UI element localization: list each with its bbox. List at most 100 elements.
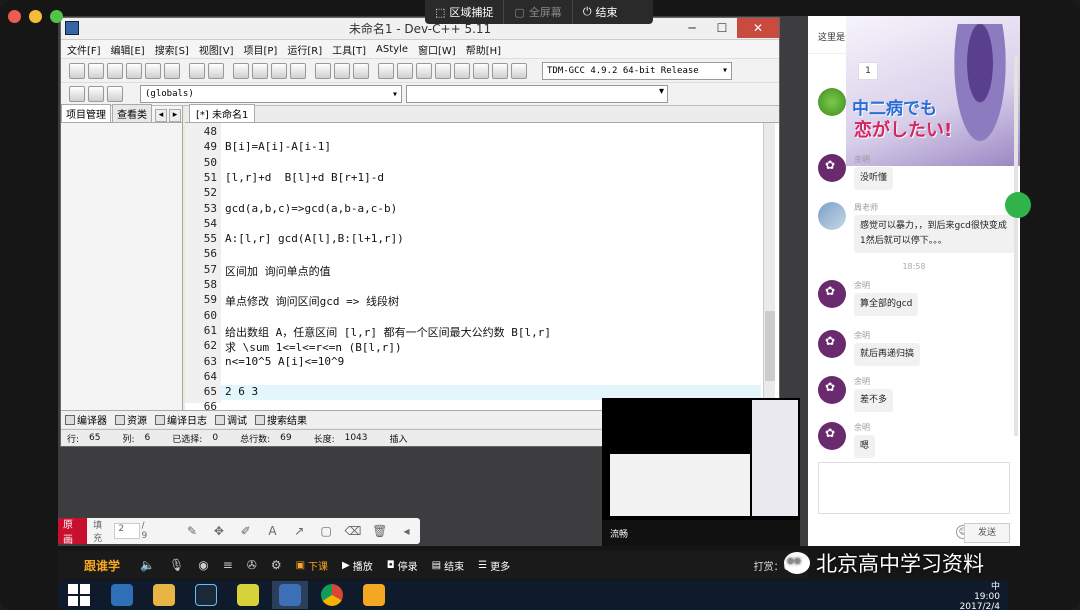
tab-class-view[interactable]: 查看类 [112, 104, 152, 122]
original-badge[interactable]: 原画 [58, 518, 88, 546]
menu-window[interactable]: 窗口[W] [418, 42, 456, 57]
code-line[interactable]: 56 [204, 247, 761, 262]
code-line[interactable]: 58 [204, 278, 761, 293]
bookmark-icon[interactable] [290, 62, 306, 79]
code-line[interactable]: 57 区间加 询问单点的值 [204, 263, 761, 278]
settings-icon[interactable]: ⚙ [271, 558, 282, 572]
tab-debug[interactable]: 调试 [215, 412, 247, 427]
equalizer-icon[interactable]: ≡ [223, 558, 233, 572]
code-editor[interactable]: [*] 未命名1 48 49 B[i]=A[i]-A[i-1] 50 51 [l,r]+d… [185, 104, 779, 418]
taskbar-app-4[interactable] [230, 581, 266, 609]
print-icon[interactable] [164, 62, 180, 79]
member-select[interactable] [406, 85, 668, 103]
minimize-button[interactable]: ─ [677, 18, 707, 38]
check-icon[interactable] [454, 62, 470, 79]
next-icon[interactable] [334, 62, 350, 79]
goto-icon[interactable] [271, 62, 287, 79]
collapse-icon[interactable]: ◂ [393, 524, 420, 538]
insert-icon[interactable] [69, 86, 85, 102]
code-line[interactable]: 50 [204, 156, 761, 171]
end-capture-button[interactable]: ⏻ 结束 [573, 0, 628, 24]
fullscreen-button[interactable]: ▢ 全屏幕 [504, 0, 573, 24]
taskbar-app-files[interactable] [146, 581, 182, 609]
tab-resources[interactable]: 资源 [115, 412, 147, 427]
finish-button[interactable]: ▤ 结束 [432, 558, 464, 573]
move-icon[interactable]: ✥ [205, 524, 232, 538]
code-line[interactable]: 52 [204, 186, 761, 201]
eraser-icon[interactable]: ⌫ [340, 524, 367, 538]
tab-scroll-right-icon[interactable]: ▸ [169, 109, 181, 122]
zoom-dot-icon[interactable] [50, 10, 63, 23]
menu-edit[interactable]: 编辑[E] [111, 42, 145, 57]
toggle-icon[interactable] [88, 86, 104, 102]
menu-search[interactable]: 搜索[S] [155, 42, 189, 57]
trash-icon[interactable]: 🗑 [366, 524, 393, 538]
send-button[interactable]: 发送 [964, 523, 1010, 543]
taskbar-app-genshuixue[interactable] [356, 581, 392, 609]
code-line[interactable]: 49 B[i]=A[i]-A[i-1] [204, 140, 761, 155]
code-line[interactable]: 59 单点修改 询问区间gcd => 线段树 [204, 293, 761, 308]
taskbar-app-devcpp[interactable] [272, 581, 308, 609]
code-line[interactable]: 54 [204, 217, 761, 232]
globals-select[interactable]: (globals) [140, 85, 402, 103]
brush-icon[interactable]: ✐ [232, 524, 259, 538]
chat-scrollbar[interactable] [1014, 56, 1018, 436]
redo-icon[interactable] [208, 62, 224, 79]
open-file-icon[interactable] [88, 62, 104, 79]
stop-icon[interactable] [473, 62, 489, 79]
menu-file[interactable]: 文件[F] [67, 42, 101, 57]
play-button[interactable]: ▶ 播放 [342, 558, 373, 573]
close-file-icon[interactable] [145, 62, 161, 79]
taskbar-app-chrome[interactable] [314, 581, 350, 609]
save-icon[interactable] [107, 62, 123, 79]
close-dot-icon[interactable] [8, 10, 21, 23]
code-line[interactable]: 51 [l,r]+d B[l]+d B[r+1]-d [204, 171, 761, 186]
code-line[interactable]: 53 gcd(a,b,c)=>gcd(a,b-a,c-b) [204, 202, 761, 217]
tray-ime[interactable]: 中 [991, 579, 1000, 592]
replace-icon[interactable] [252, 62, 268, 79]
minimize-dot-icon[interactable] [29, 10, 42, 23]
text-icon[interactable]: A [259, 524, 286, 538]
avatar[interactable] [818, 202, 846, 230]
profile-icon[interactable] [492, 62, 508, 79]
debug-icon[interactable] [511, 62, 527, 79]
menu-astyle[interactable]: AStyle [376, 44, 408, 55]
chat-input[interactable] [818, 462, 1010, 514]
camera-icon[interactable]: ◉ [198, 558, 208, 572]
menu-help[interactable]: 帮助[H] [466, 42, 501, 57]
find-icon[interactable] [233, 62, 249, 79]
pen-icon[interactable]: ✎ [179, 524, 206, 538]
goto-bookmark-icon[interactable] [107, 86, 123, 102]
editor-scrollbar[interactable] [763, 123, 775, 403]
video-preview[interactable]: 流畅 [602, 398, 800, 546]
compiler-select[interactable]: TDM-GCC 4.9.2 64-bit Release [542, 61, 732, 80]
save-all-icon[interactable] [126, 62, 142, 79]
scroll-thumb[interactable] [765, 311, 775, 381]
menu-run[interactable]: 运行[R] [287, 42, 322, 57]
page-input[interactable]: 2 [114, 523, 140, 539]
tab-compiler[interactable]: 编译器 [65, 412, 107, 427]
menu-tools[interactable]: 工具[T] [332, 42, 366, 57]
code-line[interactable]: 64 [204, 370, 761, 385]
avatar[interactable] [818, 376, 846, 404]
close-button[interactable]: ✕ [737, 18, 779, 38]
code-line[interactable]: 55 A:[l,r] gcd(A[l],B:[l+1,r]) [204, 232, 761, 247]
code-area[interactable]: 48 49 B[i]=A[i]-A[i-1] 50 51 [l,r]+d B[l]+d B… [204, 123, 761, 413]
code-line[interactable]: 63 n<=10^5 A[i]<=10^9 [204, 355, 761, 370]
quality-label[interactable]: 流畅 [610, 527, 628, 540]
stop-record-button[interactable]: ◘ 停录 [387, 558, 418, 573]
compile-icon[interactable] [378, 62, 394, 79]
end-class-button[interactable]: ▣ 下课 [296, 558, 328, 573]
prev-icon[interactable] [315, 62, 331, 79]
menu-view[interactable]: 视图[V] [199, 42, 234, 57]
speaker-icon[interactable]: 🔈 [140, 558, 155, 572]
tools-icon[interactable]: ✇ [247, 558, 257, 572]
run-icon[interactable] [397, 62, 413, 79]
undo-icon[interactable] [189, 62, 205, 79]
avatar[interactable] [818, 280, 846, 308]
taskbar-app-steam[interactable] [188, 581, 224, 609]
indent-icon[interactable] [353, 62, 369, 79]
rect-icon[interactable]: ▢ [313, 524, 340, 538]
region-capture-button[interactable]: ⬚ 区域捕捉 [425, 0, 505, 24]
code-line[interactable]: 60 [204, 309, 761, 324]
